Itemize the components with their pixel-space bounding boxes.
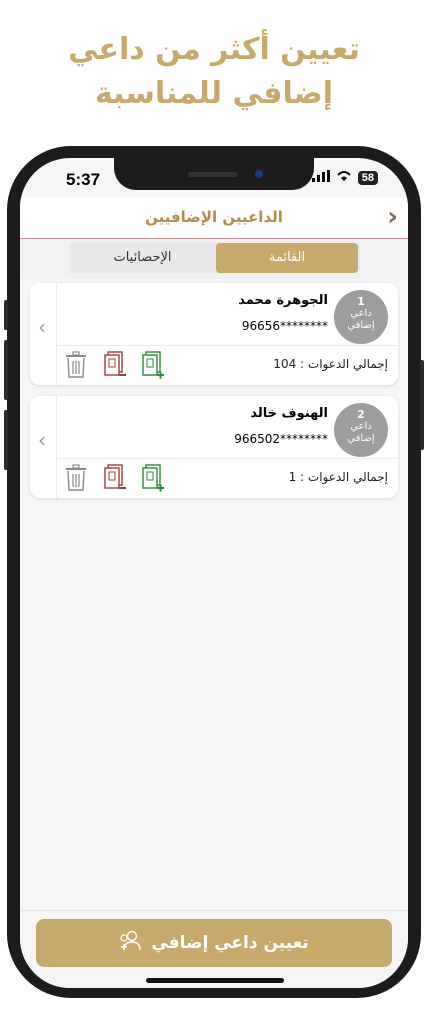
badge-number: 1 bbox=[357, 295, 365, 308]
add-invitations-icon[interactable] bbox=[140, 351, 166, 379]
list-item[interactable]: ‹ 1 داعي إضافي الجوهرة محمد 96656*******… bbox=[30, 283, 398, 385]
bottom-action-bar: تعيين داعي إضافي bbox=[20, 910, 408, 988]
trash-icon[interactable] bbox=[64, 351, 90, 379]
trash-icon[interactable] bbox=[64, 464, 90, 492]
phone-side-button bbox=[4, 300, 8, 330]
host-phone: 96656******** bbox=[241, 319, 328, 333]
remove-invitations-icon[interactable] bbox=[102, 351, 128, 379]
tab-statistics[interactable]: الإحصائيات bbox=[70, 243, 215, 273]
speaker-grille bbox=[188, 172, 238, 177]
chevron-left-icon[interactable]: ‹ bbox=[38, 315, 54, 339]
signal-icon bbox=[311, 170, 330, 186]
status-time: 5:37 bbox=[66, 170, 101, 189]
headline-line-1: تعيين أكثر من داعي bbox=[68, 32, 360, 67]
invitations-total: إجمالي الدعوات : 1 bbox=[288, 470, 388, 484]
list-item[interactable]: ‹ 2 داعي إضافي الهنوف خالد 966502*******… bbox=[30, 396, 398, 498]
phone-volume-down bbox=[4, 410, 8, 470]
tab-list[interactable]: القائمة bbox=[216, 243, 358, 273]
status-icons: 58 bbox=[311, 170, 378, 186]
assign-additional-host-button[interactable]: تعيين داعي إضافي bbox=[36, 919, 392, 967]
badge-label: داعي bbox=[350, 421, 372, 432]
phone-power-button bbox=[420, 360, 424, 450]
host-name: الجوهرة محمد bbox=[238, 293, 328, 308]
host-number-badge: 1 داعي إضافي bbox=[334, 290, 388, 344]
divider bbox=[56, 396, 57, 498]
invitations-total: إجمالي الدعوات : 104 bbox=[273, 357, 388, 371]
chevron-left-icon[interactable]: ‹ bbox=[38, 428, 54, 452]
add-user-icon bbox=[119, 930, 143, 957]
badge-label: إضافي bbox=[347, 433, 375, 444]
cta-label: تعيين داعي إضافي bbox=[151, 933, 309, 953]
navigation-bar: الداعيين الإضافيين › bbox=[20, 198, 408, 239]
remove-invitations-icon[interactable] bbox=[102, 464, 128, 492]
host-name: الهنوف خالد bbox=[250, 406, 328, 421]
segmented-control: الإحصائيات القائمة bbox=[70, 243, 360, 273]
phone-volume-up bbox=[4, 340, 8, 400]
segment-control-bar: الإحصائيات القائمة bbox=[20, 239, 408, 279]
battery-icon: 58 bbox=[357, 171, 378, 185]
divider bbox=[57, 345, 398, 346]
wifi-icon bbox=[336, 170, 352, 186]
headline-line-2: إضافي للمناسبة bbox=[94, 76, 334, 111]
divider bbox=[57, 458, 398, 459]
host-phone: 966502******** bbox=[234, 432, 328, 446]
home-indicator[interactable] bbox=[146, 978, 284, 983]
host-number-badge: 2 داعي إضافي bbox=[334, 403, 388, 457]
add-invitations-icon[interactable] bbox=[140, 464, 166, 492]
badge-label: داعي bbox=[350, 308, 372, 319]
chevron-right-icon[interactable]: › bbox=[387, 202, 398, 232]
page-title: الداعيين الإضافيين bbox=[145, 208, 283, 226]
app-screen: 5:37 58 الداعيين الإضافيين › الإحصائيات … bbox=[20, 158, 408, 988]
notch bbox=[114, 158, 314, 190]
camera-icon bbox=[255, 170, 263, 178]
badge-number: 2 bbox=[357, 408, 365, 421]
divider bbox=[56, 283, 57, 385]
promo-headline: تعيين أكثر من داعي إضافي للمناسبة bbox=[0, 28, 428, 116]
badge-label: إضافي bbox=[347, 320, 375, 331]
